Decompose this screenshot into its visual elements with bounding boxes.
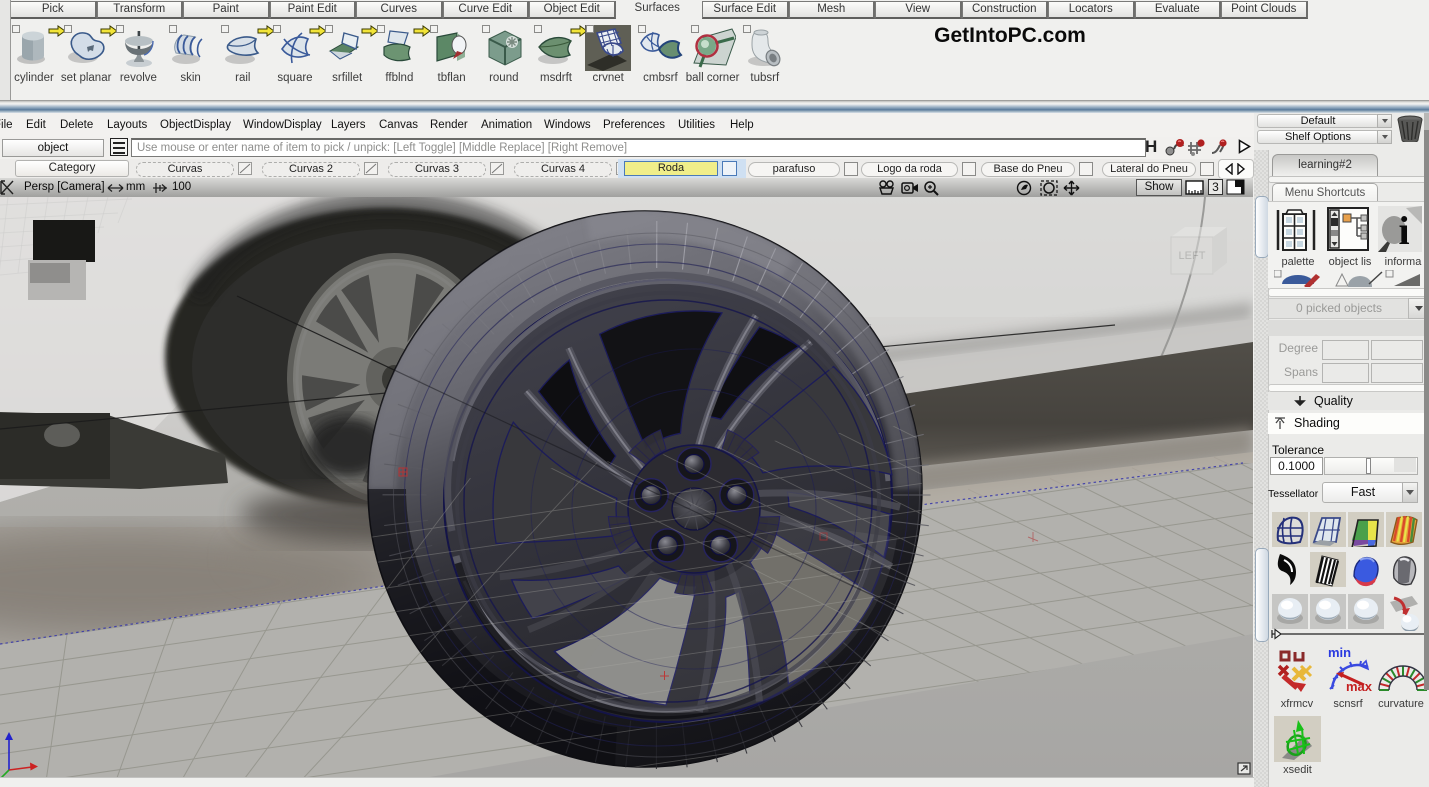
svg-text:i: i [1398,208,1409,252]
svg-text:LEFT: LEFT [1179,250,1206,262]
svg-text:min: min [1328,645,1351,660]
